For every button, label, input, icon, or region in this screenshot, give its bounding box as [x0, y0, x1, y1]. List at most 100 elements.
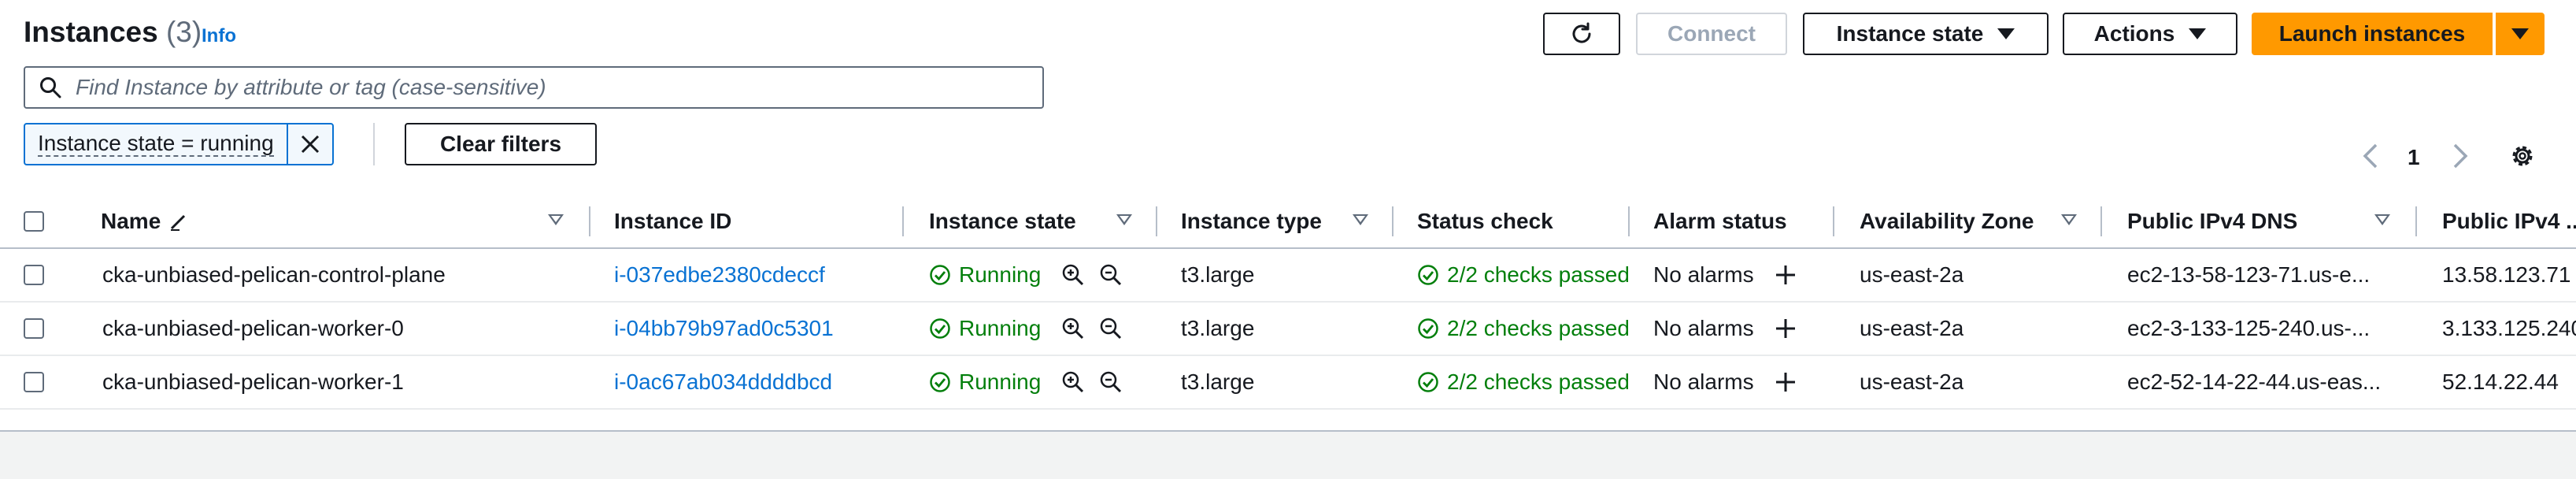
add-alarm-button[interactable] — [1775, 356, 1797, 408]
refresh-icon — [1572, 22, 1591, 43]
column-header-name[interactable]: Name — [101, 195, 189, 247]
chevron-right-icon — [2453, 143, 2468, 169]
actions-label: Actions — [2093, 21, 2175, 46]
pencil-icon — [171, 214, 186, 231]
refresh-button[interactable] — [1543, 13, 1620, 55]
column-header-availability-zone[interactable]: Availability Zone — [1860, 195, 2034, 247]
add-alarm-button[interactable] — [1775, 249, 1797, 301]
next-page-button[interactable] — [2450, 142, 2471, 170]
add-alarm-button[interactable] — [1775, 303, 1797, 355]
availability-zone: us-east-2a — [1860, 262, 1964, 287]
split-panel-divider[interactable] — [0, 430, 2576, 479]
instance-state-text: Running — [959, 316, 1042, 340]
public-dns: ec2-13-58-123-71.us-e... — [2127, 262, 2371, 287]
sort-icon[interactable] — [2374, 214, 2390, 225]
preferences-button[interactable] — [2508, 142, 2537, 170]
page-title-text: Instances — [24, 16, 158, 48]
zoom-out-icon — [1100, 317, 1122, 340]
zoom-in-icon — [1062, 371, 1084, 393]
column-divider[interactable] — [2415, 206, 2417, 236]
public-dns: ec2-52-14-22-44.us-eas... — [2127, 369, 2382, 394]
column-divider[interactable] — [1156, 206, 1157, 236]
search-input[interactable] — [74, 74, 1042, 101]
sort-icon[interactable] — [1116, 214, 1132, 225]
row-checkbox[interactable] — [24, 318, 44, 339]
instance-id-link[interactable]: i-037edbe2380cdeccf — [614, 249, 825, 301]
caret-down-icon — [2511, 28, 2529, 39]
zoom-in-icon — [1062, 317, 1084, 340]
sort-icon[interactable] — [2061, 214, 2077, 225]
column-header-public-dns[interactable]: Public IPv4 DNS — [2127, 195, 2297, 247]
row-checkbox[interactable] — [24, 265, 44, 285]
status-check: 2/2 checks passed — [1417, 356, 1628, 408]
current-page[interactable]: 1 — [2408, 145, 2420, 170]
public-ip: 3.133.125.240 — [2442, 316, 2576, 340]
plus-icon — [1776, 373, 1795, 392]
zoom-out-button[interactable] — [1099, 356, 1123, 408]
prev-page-button[interactable] — [2360, 142, 2381, 170]
row-checkbox[interactable] — [24, 372, 44, 392]
table-header: Name Instance ID Instance state Instance… — [0, 195, 2576, 249]
clear-filters-button[interactable]: Clear filters — [405, 123, 597, 165]
caret-down-icon — [1997, 28, 2015, 39]
zoom-in-button[interactable] — [1061, 356, 1085, 408]
filter-token[interactable]: Instance state = running — [24, 123, 334, 165]
info-link[interactable]: Info — [202, 25, 236, 47]
sort-icon[interactable] — [1353, 214, 1368, 225]
column-divider[interactable] — [2100, 206, 2102, 236]
instance-state: Running — [929, 356, 1041, 408]
table-row[interactable]: cka-unbiased-pelican-worker-0 i-04bb79b9… — [0, 303, 2576, 356]
filter-divider — [373, 123, 375, 165]
instance-type: t3.large — [1181, 369, 1255, 394]
zoom-in-button[interactable] — [1061, 249, 1085, 301]
status-check: 2/2 checks passed — [1417, 249, 1628, 301]
zoom-in-button[interactable] — [1061, 303, 1085, 355]
column-divider[interactable] — [1392, 206, 1393, 236]
instance-state-button[interactable]: Instance state — [1803, 13, 2049, 55]
check-circle-icon — [930, 265, 950, 285]
launch-options-button[interactable] — [2496, 13, 2545, 55]
column-header-public-ip[interactable]: Public IPv4 ... — [2442, 195, 2576, 247]
connect-button[interactable]: Connect — [1636, 13, 1787, 55]
availability-zone: us-east-2a — [1860, 316, 1964, 340]
check-circle-icon — [1418, 318, 1438, 339]
chevron-left-icon — [2363, 143, 2378, 169]
table-row[interactable]: cka-unbiased-pelican-worker-1 i-0ac67ab0… — [0, 356, 2576, 410]
public-ip: 13.58.123.71 — [2442, 262, 2571, 287]
filter-token-text: Instance state = running — [38, 131, 274, 157]
instance-state-label: Instance state — [1836, 21, 1984, 46]
column-header-label: Name — [101, 209, 161, 233]
select-all-checkbox[interactable] — [24, 211, 44, 232]
zoom-out-button[interactable] — [1099, 249, 1123, 301]
check-circle-icon — [930, 372, 950, 392]
sort-icon[interactable] — [548, 214, 564, 225]
instance-state: Running — [929, 249, 1041, 301]
alarm-status: No alarms — [1653, 316, 1754, 340]
instance-state-text: Running — [959, 369, 1042, 394]
actions-button[interactable]: Actions — [2063, 13, 2237, 55]
zoom-out-button[interactable] — [1099, 303, 1123, 355]
table-row[interactable]: cka-unbiased-pelican-control-plane i-037… — [0, 249, 2576, 303]
page-title: Instances (3) — [24, 16, 202, 49]
launch-instances-button[interactable]: Launch instances — [2252, 13, 2493, 55]
instance-id-link[interactable]: i-0ac67ab034ddddbcd — [614, 356, 832, 408]
instance-name: cka-unbiased-pelican-worker-1 — [102, 369, 404, 394]
column-header-alarm-status[interactable]: Alarm status — [1653, 195, 1787, 247]
public-dns: ec2-3-133-125-240.us-... — [2127, 316, 2371, 340]
remove-filter-button[interactable] — [286, 124, 332, 164]
instance-id-link[interactable]: i-04bb79b97ad0c5301 — [614, 303, 834, 355]
search-box[interactable] — [24, 66, 1044, 109]
column-divider[interactable] — [1628, 206, 1630, 236]
column-header-status-check[interactable]: Status check — [1417, 195, 1553, 247]
filter-token-label[interactable]: Instance state = running — [25, 124, 287, 164]
instance-name: cka-unbiased-pelican-worker-0 — [102, 316, 404, 340]
instance-state-text: Running — [959, 262, 1042, 287]
column-header-instance-id[interactable]: Instance ID — [614, 195, 731, 247]
alarm-status: No alarms — [1653, 262, 1754, 287]
column-header-instance-state[interactable]: Instance state — [929, 195, 1076, 247]
column-divider[interactable] — [589, 206, 590, 236]
column-divider[interactable] — [902, 206, 904, 236]
column-header-instance-type[interactable]: Instance type — [1181, 195, 1322, 247]
column-divider[interactable] — [1833, 206, 1834, 236]
instance-count: (3) — [165, 16, 202, 48]
